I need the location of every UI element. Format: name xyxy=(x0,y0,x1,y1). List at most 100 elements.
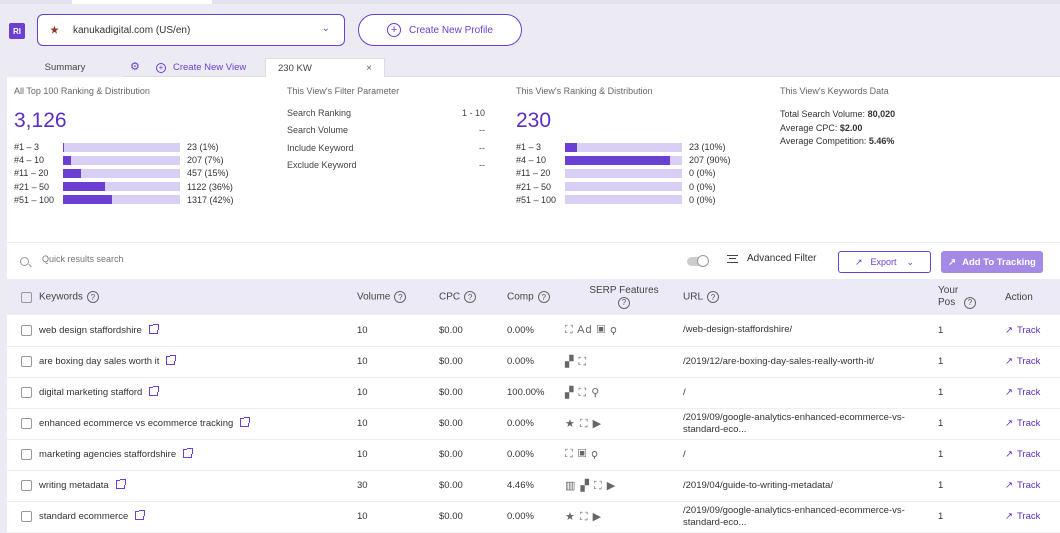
url-cell[interactable]: / xyxy=(683,439,938,470)
results-toolbar: Advanced Filter ↗ Export ⌄ ↗ Add To Trac… xyxy=(7,242,1060,279)
external-link-icon[interactable] xyxy=(149,386,160,396)
distribution-fill xyxy=(63,195,113,205)
help-icon[interactable]: ? xyxy=(707,291,720,303)
filter-param-row: Exclude Keyword -- xyxy=(287,160,485,172)
url-cell[interactable]: /2019/09/google-analytics-enhanced-ecomm… xyxy=(683,501,938,532)
track-label: Track xyxy=(1016,449,1041,460)
track-label: Track xyxy=(1016,324,1041,336)
track-button[interactable]: ↗ Track xyxy=(1005,470,1060,501)
distribution-row: #21 – 50 1122 (36%) xyxy=(14,181,264,193)
col-volume[interactable]: Volume? xyxy=(357,279,439,315)
range-value: 23 (10%) xyxy=(689,142,726,152)
export-icon: ↗ xyxy=(854,256,863,267)
comp-cell: 4.46% xyxy=(507,480,534,491)
range-value: 0 (0%) xyxy=(689,168,716,179)
serp-features-cell: ▥ ▞ ⛶ ▶ xyxy=(565,479,617,492)
view-ranking-stats: This View's Ranking & Distribution 230 #… xyxy=(516,86,766,207)
col-comp[interactable]: Comp? xyxy=(507,279,565,315)
cpc-cell: $0.00 xyxy=(439,324,463,336)
url-cell[interactable]: / xyxy=(683,377,938,408)
url-cell[interactable]: /2019/09/google-analytics-enhanced-ecomm… xyxy=(683,408,938,439)
col-pos[interactable]: Your Pos? xyxy=(938,279,1005,315)
range-label: #21 – 50 xyxy=(516,181,552,192)
advanced-filter-button[interactable]: Advanced Filter xyxy=(727,253,816,264)
track-label: Track xyxy=(1016,480,1041,491)
domain-label: kanukadigital.com (US/en) xyxy=(73,24,191,36)
row-checkbox[interactable] xyxy=(21,418,32,429)
external-link-icon[interactable] xyxy=(148,323,159,334)
table-row: enhanced ecommerce vs ecommerce tracking… xyxy=(7,408,1060,439)
track-button[interactable]: ↗ Track xyxy=(1005,408,1060,439)
track-button[interactable]: ↗ Track xyxy=(1005,315,1060,346)
plus-circle-icon: + xyxy=(387,23,402,37)
external-link-icon[interactable] xyxy=(115,479,126,489)
add-to-tracking-label: Add To Tracking xyxy=(962,256,1036,268)
range-label: #51 – 100 xyxy=(14,194,55,205)
toggle-switch[interactable] xyxy=(687,255,709,267)
add-to-tracking-button[interactable]: ↗ Add To Tracking xyxy=(941,251,1043,273)
table-row: digital marketing stafford 10 $0.00 100.00%… xyxy=(7,377,1060,408)
external-link-icon[interactable] xyxy=(135,510,146,520)
total-ranking: 3,126 xyxy=(14,109,67,132)
row-checkbox[interactable] xyxy=(21,511,32,522)
serp-features-cell: ★ ⛶ ▶ xyxy=(565,417,603,430)
export-button[interactable]: ↗ Export ⌄ xyxy=(838,251,931,273)
url-cell[interactable]: /web-design-staffordshire/ xyxy=(683,315,938,346)
serp-features-cell: ★ ⛶ ▶ xyxy=(565,510,603,523)
create-view-button[interactable]: + Create New View xyxy=(156,58,246,77)
gear-icon[interactable]: ⚙ xyxy=(130,60,140,73)
toggle-knob xyxy=(697,255,709,267)
tab-230-kw[interactable]: 230 KW × xyxy=(265,58,385,77)
domain-select[interactable]: kanukadigital.com (US/en) ⌄ xyxy=(37,14,345,46)
trend-icon: ↗ xyxy=(1005,449,1013,460)
row-checkbox[interactable] xyxy=(21,449,32,460)
total-volume: Total Search Volume: 80,020 xyxy=(780,109,896,119)
url-cell[interactable]: /2019/12/are-boxing-day-sales-really-wor… xyxy=(683,346,938,377)
param-value: 1 - 10 xyxy=(461,108,485,118)
distribution-bar xyxy=(565,168,682,178)
keyword-text: are boxing day sales worth it xyxy=(39,356,160,367)
help-icon[interactable]: ? xyxy=(394,291,407,303)
distribution-bar xyxy=(63,168,180,178)
help-icon[interactable]: ? xyxy=(464,291,477,303)
help-icon[interactable]: ? xyxy=(964,297,976,309)
track-button[interactable]: ↗ Track xyxy=(1005,377,1060,408)
row-checkbox[interactable] xyxy=(21,324,32,336)
external-link-icon[interactable] xyxy=(183,448,194,458)
stat-title: This View's Ranking & Distribution xyxy=(516,86,653,96)
search-icon xyxy=(20,257,29,266)
filter-param-row: Include Keyword -- xyxy=(287,143,485,155)
keywords-table: Keywords? Volume? CPC? Comp? SERP Featur… xyxy=(7,279,1060,533)
col-keywords[interactable]: Keywords? xyxy=(39,279,357,315)
keyword-cell: enhanced ecommerce vs ecommerce tracking xyxy=(39,408,357,439)
help-icon[interactable]: ? xyxy=(86,291,99,303)
search-input[interactable] xyxy=(42,254,242,264)
create-profile-button[interactable]: + Create New Profile xyxy=(358,14,522,46)
col-serp[interactable]: SERP Features? xyxy=(565,279,683,315)
row-checkbox[interactable] xyxy=(21,480,32,491)
track-button[interactable]: ↗ Track xyxy=(1005,346,1060,377)
row-checkbox[interactable] xyxy=(21,387,32,398)
distribution-row: #21 – 50 0 (0%) xyxy=(516,181,766,193)
url-cell[interactable]: /2019/04/guide-to-writing-metadata/ xyxy=(683,470,938,501)
chevron-down-icon: ⌄ xyxy=(906,256,915,267)
track-button[interactable]: ↗ Track xyxy=(1005,501,1060,532)
help-icon[interactable]: ? xyxy=(537,291,550,303)
close-icon[interactable]: × xyxy=(366,63,372,74)
help-icon[interactable]: ? xyxy=(618,297,630,309)
favicon-icon xyxy=(50,25,59,34)
param-value: -- xyxy=(479,125,485,136)
select-all-checkbox[interactable] xyxy=(21,291,32,303)
external-link-icon[interactable] xyxy=(240,417,251,427)
serp-features-cell: ▞ ⛶ xyxy=(565,355,588,368)
keyword-text: web design staffordshire xyxy=(39,324,142,336)
stat-title: This View's Filter Parameter xyxy=(287,86,400,96)
filter-icon xyxy=(727,254,738,263)
row-checkbox[interactable] xyxy=(21,356,32,367)
col-cpc[interactable]: CPC? xyxy=(439,279,507,315)
col-url[interactable]: URL? xyxy=(683,279,938,315)
range-label: #11 – 20 xyxy=(14,168,49,179)
external-link-icon[interactable] xyxy=(166,355,177,365)
tab-summary[interactable]: Summary xyxy=(7,58,123,77)
track-button[interactable]: ↗ Track xyxy=(1005,439,1060,470)
